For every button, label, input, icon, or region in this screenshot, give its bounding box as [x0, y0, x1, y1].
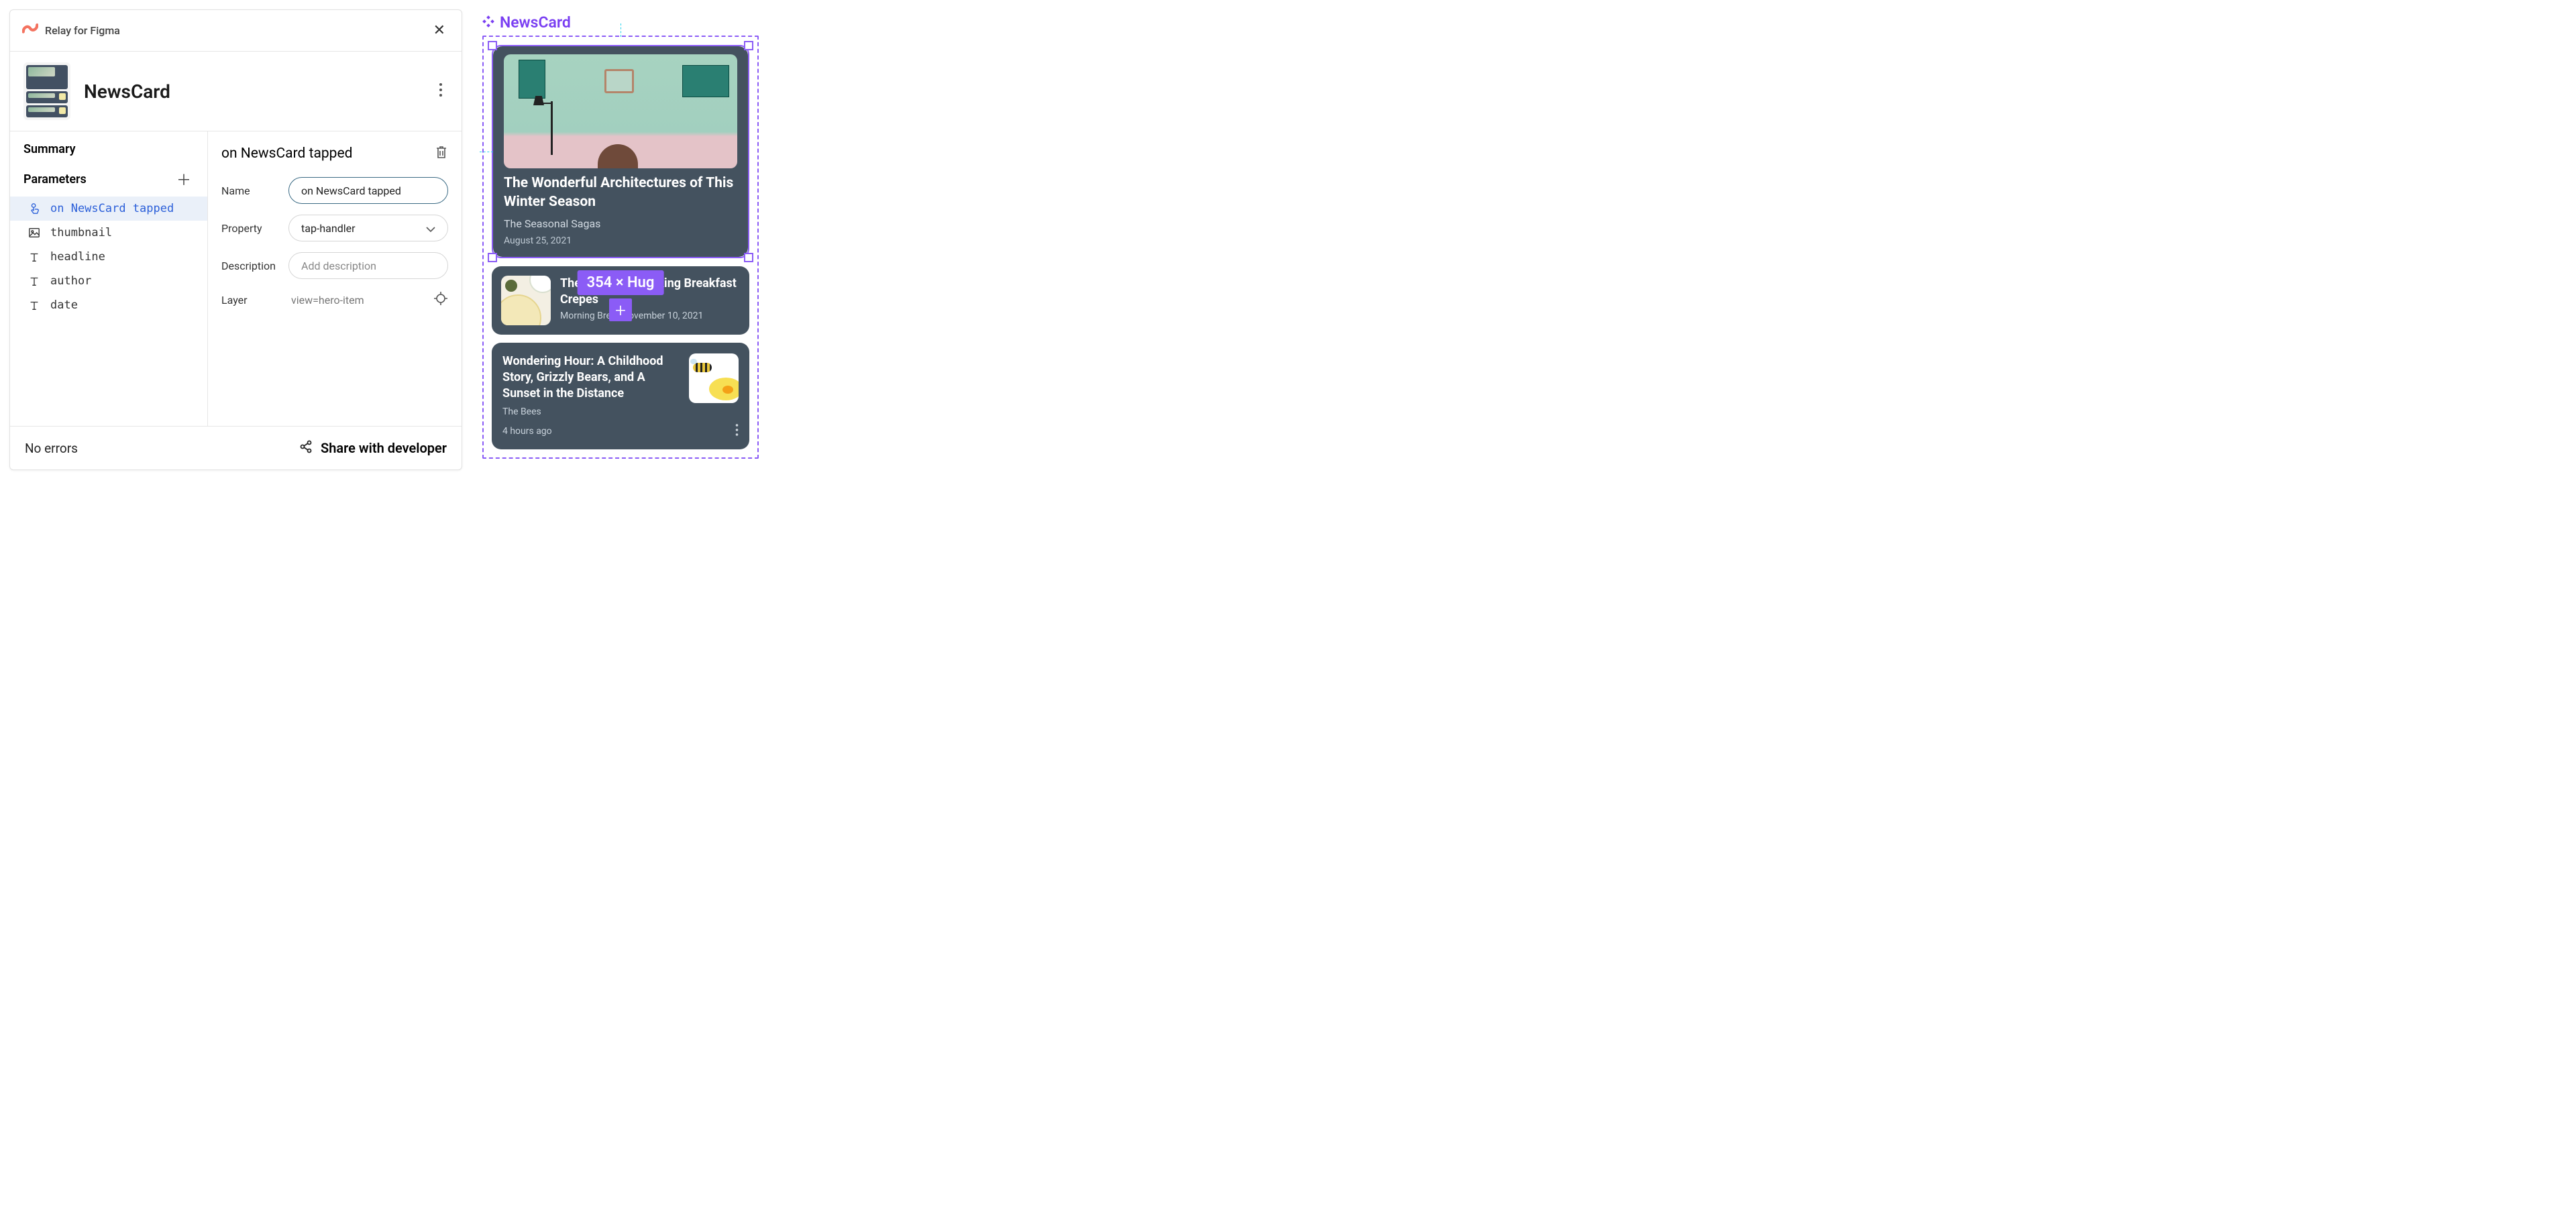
compact-headline: The XXXXXXX Making Breakfast Crepes	[560, 276, 740, 309]
compact-headline-suffix: Making Breakfast Crepes	[560, 276, 737, 306]
component-preview-thumb	[23, 62, 70, 120]
resize-handle-br[interactable]	[744, 253, 753, 262]
plugin-titlebar: Relay for Figma ✕	[10, 10, 462, 52]
component-set-icon	[482, 15, 494, 30]
wide-thumbnail	[689, 353, 739, 403]
compact-meta: Morning BreXXXovember 10, 2021	[560, 311, 740, 321]
component-title: NewsCard	[84, 80, 170, 103]
component-set-frame[interactable]: The Wonderful Architectures of This Wint…	[482, 36, 759, 459]
news-card-hero[interactable]: The Wonderful Architectures of This Wint…	[493, 46, 748, 257]
param-on-newscard-tapped[interactable]: on NewsCard tapped	[10, 197, 207, 221]
description-input[interactable]: Add description	[288, 252, 448, 279]
component-label-text: NewsCard	[500, 13, 571, 32]
compact-headline-prefix: The	[560, 276, 581, 290]
tap-gesture-icon	[28, 202, 41, 215]
error-status: No errors	[25, 441, 78, 456]
card-more-icon[interactable]	[735, 424, 739, 439]
property-select[interactable]: tap-handler	[288, 215, 448, 241]
parameters-heading: Parameters	[23, 172, 87, 186]
hero-headline: The Wonderful Architectures of This Wint…	[504, 174, 737, 212]
description-placeholder: Add description	[301, 260, 376, 272]
add-variant-icon[interactable]: +	[609, 298, 632, 321]
name-input-value: on NewsCard tapped	[301, 184, 401, 197]
wide-headline: Wondering Hour: A Childhood Story, Grizz…	[502, 353, 680, 402]
param-thumbnail[interactable]: thumbnail	[10, 221, 207, 245]
param-date[interactable]: date	[10, 293, 207, 317]
detail-pane: on NewsCard tapped Name on NewsCard tapp…	[208, 131, 462, 426]
layer-label: Layer	[221, 294, 279, 306]
resize-handle-tl[interactable]	[488, 41, 497, 50]
name-label: Name	[221, 184, 279, 197]
param-author[interactable]: author	[10, 269, 207, 293]
param-label: on NewsCard tapped	[50, 202, 174, 215]
chevron-down-icon	[426, 222, 435, 235]
share-icon	[299, 440, 313, 456]
param-label: headline	[50, 250, 105, 264]
more-menu-icon[interactable]	[433, 77, 448, 105]
wide-author: The Bees	[502, 406, 680, 417]
param-headline[interactable]: headline	[10, 245, 207, 269]
param-label: thumbnail	[50, 226, 112, 239]
selected-variant-hero[interactable]: The Wonderful Architectures of This Wint…	[492, 45, 749, 258]
image-icon	[28, 226, 41, 239]
target-layer-icon[interactable]	[433, 291, 448, 309]
text-icon	[28, 250, 41, 264]
wide-time: 4 hours ago	[502, 426, 552, 437]
close-icon[interactable]: ✕	[429, 19, 449, 42]
hero-author: The Seasonal Sagas	[504, 217, 737, 230]
compact-meta-suffix: ovember 10, 2021	[629, 311, 703, 321]
resize-handle-bl[interactable]	[488, 253, 497, 262]
resize-handle-tr[interactable]	[744, 41, 753, 50]
layer-value: view=hero-item	[279, 294, 433, 306]
text-icon	[28, 298, 41, 312]
name-input[interactable]: on NewsCard tapped	[288, 177, 448, 204]
property-select-value: tap-handler	[301, 222, 356, 235]
property-label: Property	[221, 222, 279, 235]
param-label: date	[50, 298, 78, 312]
component-header: NewsCard	[10, 52, 462, 131]
detail-title: on NewsCard tapped	[221, 146, 352, 162]
hero-date: August 25, 2021	[504, 235, 737, 246]
description-label: Description	[221, 260, 279, 272]
summary-heading[interactable]: Summary	[10, 131, 207, 163]
figma-canvas[interactable]: NewsCard	[482, 9, 759, 470]
sidebar: Summary Parameters ＋ on NewsCard tapped …	[10, 131, 208, 426]
relay-plugin-panel: Relay for Figma ✕ NewsCard Summary Param…	[9, 9, 462, 470]
share-with-developer-button[interactable]: Share with developer	[299, 440, 447, 456]
plugin-name: Relay for Figma	[45, 24, 120, 37]
add-parameter-icon[interactable]: ＋	[174, 167, 194, 191]
hero-thumbnail-image	[504, 54, 737, 168]
param-label: author	[50, 274, 91, 288]
compact-thumbnail	[501, 276, 551, 325]
relay-logo-icon	[22, 23, 38, 38]
delete-icon[interactable]	[435, 145, 448, 162]
news-card-wide[interactable]: Wondering Hour: A Childhood Story, Grizz…	[492, 343, 749, 449]
compact-meta-prefix: Morning Bre	[560, 311, 611, 321]
plugin-brand: Relay for Figma	[22, 23, 120, 38]
share-label: Share with developer	[321, 440, 447, 456]
text-icon	[28, 274, 41, 288]
